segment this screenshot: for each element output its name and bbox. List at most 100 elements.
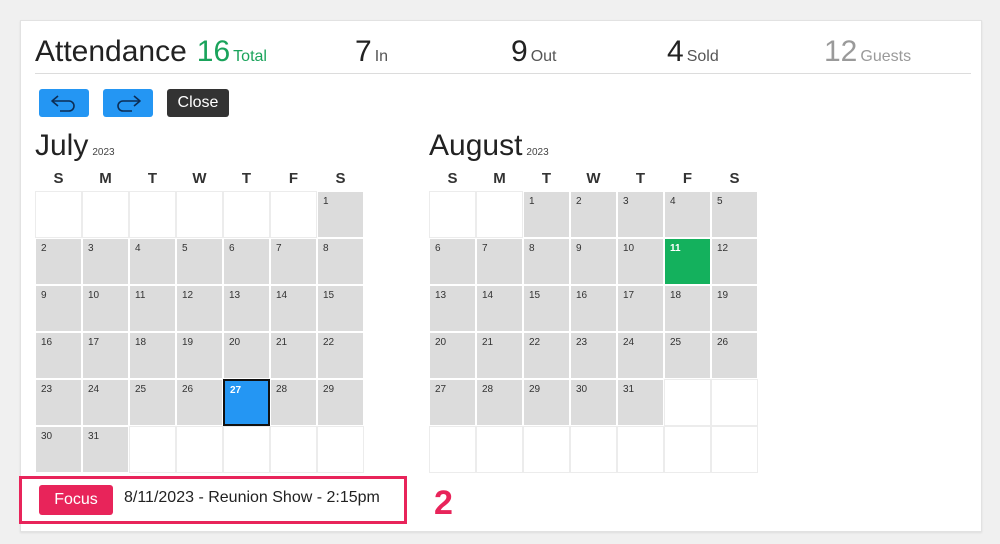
weekday-header: SMTWTFS bbox=[35, 167, 364, 191]
day-cell[interactable]: 27 bbox=[429, 379, 476, 426]
day-cell[interactable]: 5 bbox=[176, 238, 223, 285]
stat-guests: 12 Guests bbox=[824, 35, 911, 69]
stat-total: Attendance 16 Total bbox=[35, 35, 267, 69]
day-cell[interactable]: 11 bbox=[129, 285, 176, 332]
weekday-label: T bbox=[541, 170, 552, 187]
day-cell[interactable]: 25 bbox=[129, 379, 176, 426]
day-cell[interactable]: 12 bbox=[711, 238, 758, 285]
month-name: July bbox=[35, 129, 89, 162]
calendar-month-july: July 2023 SMTWTFS 1 2 3 4 5 6 7 8 9 10 11 12 13 14 15 16… bbox=[35, 129, 364, 473]
day-cell[interactable]: 15 bbox=[317, 285, 364, 332]
stat-out: 9 Out bbox=[511, 35, 556, 69]
day-cell[interactable]: 14 bbox=[476, 285, 523, 332]
close-button[interactable]: Close bbox=[167, 89, 229, 117]
day-cell[interactable]: 16 bbox=[35, 332, 82, 379]
empty-day-cell bbox=[429, 191, 476, 238]
day-cell[interactable]: 26 bbox=[711, 332, 758, 379]
selected-day-cell[interactable]: 11 bbox=[664, 238, 711, 285]
attendance-stats-bar: Attendance 16 Total 7 In 9 Out 4 Sold 12 Guest… bbox=[35, 35, 971, 74]
day-cell[interactable]: 31 bbox=[82, 426, 129, 473]
day-cell[interactable]: 16 bbox=[570, 285, 617, 332]
day-cell[interactable]: 4 bbox=[664, 191, 711, 238]
day-cell[interactable]: 9 bbox=[570, 238, 617, 285]
redo-button[interactable] bbox=[103, 89, 153, 117]
day-cell[interactable]: 9 bbox=[35, 285, 82, 332]
weekday-label: S bbox=[447, 170, 458, 187]
focus-event-text: 8/11/2023 - Reunion Show - 2:15pm bbox=[124, 489, 380, 506]
day-cell[interactable]: 26 bbox=[176, 379, 223, 426]
day-cell[interactable]: 3 bbox=[617, 191, 664, 238]
day-cell[interactable]: 4 bbox=[129, 238, 176, 285]
empty-day-cell bbox=[270, 191, 317, 238]
day-cell[interactable]: 7 bbox=[476, 238, 523, 285]
day-cell[interactable]: 29 bbox=[317, 379, 364, 426]
stat-guests-value: 12 bbox=[824, 35, 858, 68]
attendance-panel: Attendance 16 Total 7 In 9 Out 4 Sold 12 Guest… bbox=[20, 20, 982, 532]
day-cell[interactable]: 13 bbox=[429, 285, 476, 332]
month-year: 2023 bbox=[526, 147, 549, 158]
day-cell[interactable]: 25 bbox=[664, 332, 711, 379]
day-cell[interactable]: 29 bbox=[523, 379, 570, 426]
stat-sold-label: Sold bbox=[686, 48, 719, 65]
day-cell[interactable]: 10 bbox=[617, 238, 664, 285]
day-cell[interactable]: 1 bbox=[317, 191, 364, 238]
day-cell[interactable]: 3 bbox=[82, 238, 129, 285]
focus-highlight-box: Focus 8/11/2023 - Reunion Show - 2:15pm bbox=[19, 476, 407, 524]
day-cell[interactable]: 8 bbox=[317, 238, 364, 285]
day-cell[interactable]: 22 bbox=[317, 332, 364, 379]
day-cell[interactable]: 28 bbox=[270, 379, 317, 426]
day-cell[interactable]: 24 bbox=[617, 332, 664, 379]
stat-in: 7 In bbox=[355, 35, 388, 69]
day-cell[interactable]: 24 bbox=[82, 379, 129, 426]
stat-out-value: 9 bbox=[511, 35, 528, 68]
weekday-label: T bbox=[635, 170, 646, 187]
day-cell[interactable]: 23 bbox=[570, 332, 617, 379]
empty-day-cell bbox=[35, 191, 82, 238]
day-cell[interactable]: 2 bbox=[35, 238, 82, 285]
day-cell[interactable]: 13 bbox=[223, 285, 270, 332]
day-cell[interactable]: 17 bbox=[617, 285, 664, 332]
day-cell[interactable]: 20 bbox=[223, 332, 270, 379]
day-cell[interactable]: 19 bbox=[711, 285, 758, 332]
weekday-label: T bbox=[147, 170, 158, 187]
undo-button[interactable] bbox=[39, 89, 89, 117]
day-cell[interactable]: 14 bbox=[270, 285, 317, 332]
day-cell[interactable]: 10 bbox=[82, 285, 129, 332]
empty-day-cell bbox=[664, 379, 711, 426]
day-cell[interactable]: 8 bbox=[523, 238, 570, 285]
day-cell[interactable]: 21 bbox=[270, 332, 317, 379]
focus-button[interactable]: Focus bbox=[39, 485, 113, 515]
day-cell[interactable]: 6 bbox=[429, 238, 476, 285]
day-cell[interactable]: 23 bbox=[35, 379, 82, 426]
day-cell[interactable]: 31 bbox=[617, 379, 664, 426]
selected-day-cell[interactable]: 27 bbox=[223, 379, 270, 426]
empty-day-cell bbox=[476, 426, 523, 473]
day-cell[interactable]: 2 bbox=[570, 191, 617, 238]
weekday-label: M bbox=[99, 170, 112, 187]
month-year: 2023 bbox=[92, 147, 115, 158]
calendar-month-august: August 2023 SMTWTFS 1 2 3 4 5 6 7 8 9 10 11 12 13 14 15… bbox=[429, 129, 758, 473]
day-cell[interactable]: 28 bbox=[476, 379, 523, 426]
day-cell[interactable]: 21 bbox=[476, 332, 523, 379]
empty-day-cell bbox=[270, 426, 317, 473]
empty-day-cell bbox=[429, 426, 476, 473]
day-cell[interactable]: 20 bbox=[429, 332, 476, 379]
day-cell[interactable]: 22 bbox=[523, 332, 570, 379]
undo-arrow-icon bbox=[51, 95, 75, 112]
day-cell[interactable]: 15 bbox=[523, 285, 570, 332]
empty-day-cell bbox=[176, 426, 223, 473]
day-cell[interactable]: 12 bbox=[176, 285, 223, 332]
day-cell[interactable]: 30 bbox=[35, 426, 82, 473]
day-cell[interactable]: 5 bbox=[711, 191, 758, 238]
weekday-label: M bbox=[493, 170, 506, 187]
day-cell[interactable]: 30 bbox=[570, 379, 617, 426]
day-cell[interactable]: 19 bbox=[176, 332, 223, 379]
weekday-label: S bbox=[335, 170, 346, 187]
day-cell[interactable]: 18 bbox=[129, 332, 176, 379]
month-header: July 2023 bbox=[35, 129, 364, 163]
day-cell[interactable]: 17 bbox=[82, 332, 129, 379]
day-cell[interactable]: 7 bbox=[270, 238, 317, 285]
day-cell[interactable]: 18 bbox=[664, 285, 711, 332]
day-cell[interactable]: 1 bbox=[523, 191, 570, 238]
day-cell[interactable]: 6 bbox=[223, 238, 270, 285]
